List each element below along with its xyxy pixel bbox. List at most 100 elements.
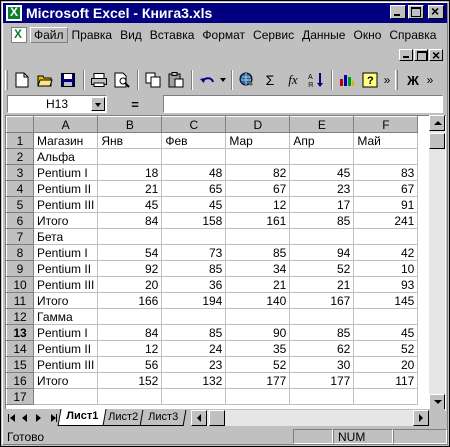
cell-b13[interactable]: 84 — [97, 324, 163, 341]
cell-c12[interactable] — [161, 308, 227, 325]
column-header-b[interactable]: B — [97, 116, 163, 133]
cell-d16[interactable]: 177 — [225, 372, 291, 389]
cell-a5[interactable]: Pentium III — [32, 196, 99, 213]
cell-d14[interactable]: 35 — [225, 340, 291, 357]
cell-a1[interactable]: Магазин — [32, 132, 99, 149]
cell-c10[interactable]: 36 — [161, 276, 227, 293]
cell-e10[interactable]: 21 — [289, 276, 355, 293]
cell-a7[interactable]: Бета — [32, 228, 99, 245]
paste-icon[interactable] — [165, 69, 187, 91]
scroll-up-icon[interactable] — [429, 115, 445, 131]
cell-f15[interactable]: 20 — [353, 356, 419, 373]
edit-formula-button[interactable]: = — [107, 97, 163, 112]
cell-a14[interactable]: Pentium II — [32, 340, 99, 357]
undo-icon[interactable] — [196, 69, 218, 91]
cell-d12[interactable] — [225, 308, 291, 325]
cell-a6[interactable]: Итого — [32, 212, 99, 229]
excel-app-icon[interactable] — [6, 5, 22, 21]
cell-f16[interactable]: 117 — [353, 372, 419, 389]
copy-icon[interactable] — [142, 69, 164, 91]
toolbar-grip[interactable] — [5, 70, 8, 90]
cell-a15[interactable]: Pentium III — [32, 356, 99, 373]
name-box[interactable]: H13 — [7, 95, 107, 113]
cell-b15[interactable]: 56 — [97, 356, 163, 373]
cell-f9[interactable]: 10 — [353, 260, 419, 277]
menu-edit[interactable]: Правка — [68, 27, 117, 43]
chart-wizard-icon[interactable] — [336, 69, 358, 91]
scroll-down-icon[interactable] — [429, 394, 445, 410]
cell-a4[interactable]: Pentium II — [32, 180, 99, 197]
cell-b4[interactable]: 21 — [97, 180, 163, 197]
cell-f6[interactable]: 241 — [353, 212, 419, 229]
cell-e2[interactable] — [289, 148, 355, 165]
column-header-a[interactable]: A — [32, 116, 99, 133]
menu-view[interactable]: Вид — [116, 27, 146, 43]
row-header[interactable]: 5 — [6, 196, 34, 213]
cell-a17[interactable] — [32, 388, 99, 405]
print-preview-icon[interactable] — [111, 69, 133, 91]
menu-window[interactable]: Окно — [349, 27, 385, 43]
scroll-left-icon[interactable] — [191, 409, 208, 426]
row-header[interactable]: 2 — [6, 148, 34, 165]
cell-b16[interactable]: 152 — [97, 372, 163, 389]
close-button[interactable] — [428, 3, 444, 19]
cell-f14[interactable]: 52 — [353, 340, 419, 357]
cell-a16[interactable]: Итого — [32, 372, 99, 389]
cell-b1[interactable]: Янв — [97, 132, 163, 149]
cell-d3[interactable]: 82 — [225, 164, 291, 181]
cell-e3[interactable]: 45 — [289, 164, 355, 181]
cell-a11[interactable]: Итого — [32, 292, 99, 309]
column-header-e[interactable]: E — [289, 116, 355, 133]
minimize-button[interactable] — [390, 5, 406, 19]
help-icon[interactable]: ? — [359, 69, 381, 91]
workbook-minimize-button[interactable] — [399, 49, 413, 61]
cell-c2[interactable] — [161, 148, 227, 165]
worksheet-grid[interactable]: A B C D E F 1 Магазин Янв Фев Мар Апр Май 2 Альф… — [5, 115, 446, 411]
cell-e8[interactable]: 94 — [289, 244, 355, 261]
bold-button[interactable]: Ж — [401, 69, 425, 91]
row-header[interactable]: 10 — [6, 276, 34, 293]
row-header[interactable]: 4 — [6, 180, 34, 197]
open-icon[interactable] — [34, 69, 56, 91]
formula-input[interactable] — [163, 95, 443, 113]
row-header[interactable]: 7 — [6, 228, 34, 245]
menu-data[interactable]: Данные — [298, 27, 349, 43]
sheet-tab-3[interactable]: Лист3 — [139, 410, 187, 426]
scroll-right-icon[interactable] — [413, 409, 429, 426]
cell-d11[interactable]: 140 — [225, 292, 291, 309]
workbook-icon[interactable] — [11, 27, 27, 43]
cell-a9[interactable]: Pentium II — [32, 260, 99, 277]
cell-e5[interactable]: 17 — [289, 196, 355, 213]
vertical-scroll-thumb[interactable] — [429, 133, 445, 149]
cell-b3[interactable]: 18 — [97, 164, 163, 181]
cell-f5[interactable]: 91 — [353, 196, 419, 213]
cell-f4[interactable]: 67 — [353, 180, 419, 197]
cell-e11[interactable]: 167 — [289, 292, 355, 309]
cell-e15[interactable]: 30 — [289, 356, 355, 373]
cell-f8[interactable]: 42 — [353, 244, 419, 261]
horizontal-scrollbar[interactable] — [191, 409, 429, 426]
cell-f3[interactable]: 83 — [353, 164, 419, 181]
menu-file[interactable]: Файл — [30, 27, 68, 43]
cell-c9[interactable]: 85 — [161, 260, 227, 277]
cell-b7[interactable] — [97, 228, 163, 245]
cell-a12[interactable]: Гамма — [32, 308, 99, 325]
cell-e13[interactable]: 85 — [289, 324, 355, 341]
cell-e16[interactable]: 177 — [289, 372, 355, 389]
cell-a3[interactable]: Pentium I — [32, 164, 99, 181]
cell-b14[interactable]: 12 — [97, 340, 163, 357]
cell-c6[interactable]: 158 — [161, 212, 227, 229]
cell-d6[interactable]: 161 — [225, 212, 291, 229]
cell-b6[interactable]: 84 — [97, 212, 163, 229]
print-icon[interactable] — [88, 69, 110, 91]
save-icon[interactable] — [57, 69, 79, 91]
autosum-icon[interactable]: Σ — [259, 69, 281, 91]
sort-ascending-icon[interactable]: AЯ — [305, 69, 327, 91]
cell-f1[interactable]: Май — [353, 132, 419, 149]
toolbar-more-icon[interactable]: » — [382, 69, 392, 91]
row-header[interactable]: 13 — [6, 324, 34, 341]
row-header[interactable]: 16 — [6, 372, 34, 389]
name-box-dropdown-icon[interactable] — [91, 97, 105, 111]
next-sheet-icon[interactable] — [33, 411, 46, 425]
cell-a13[interactable]: Pentium I — [32, 324, 99, 341]
